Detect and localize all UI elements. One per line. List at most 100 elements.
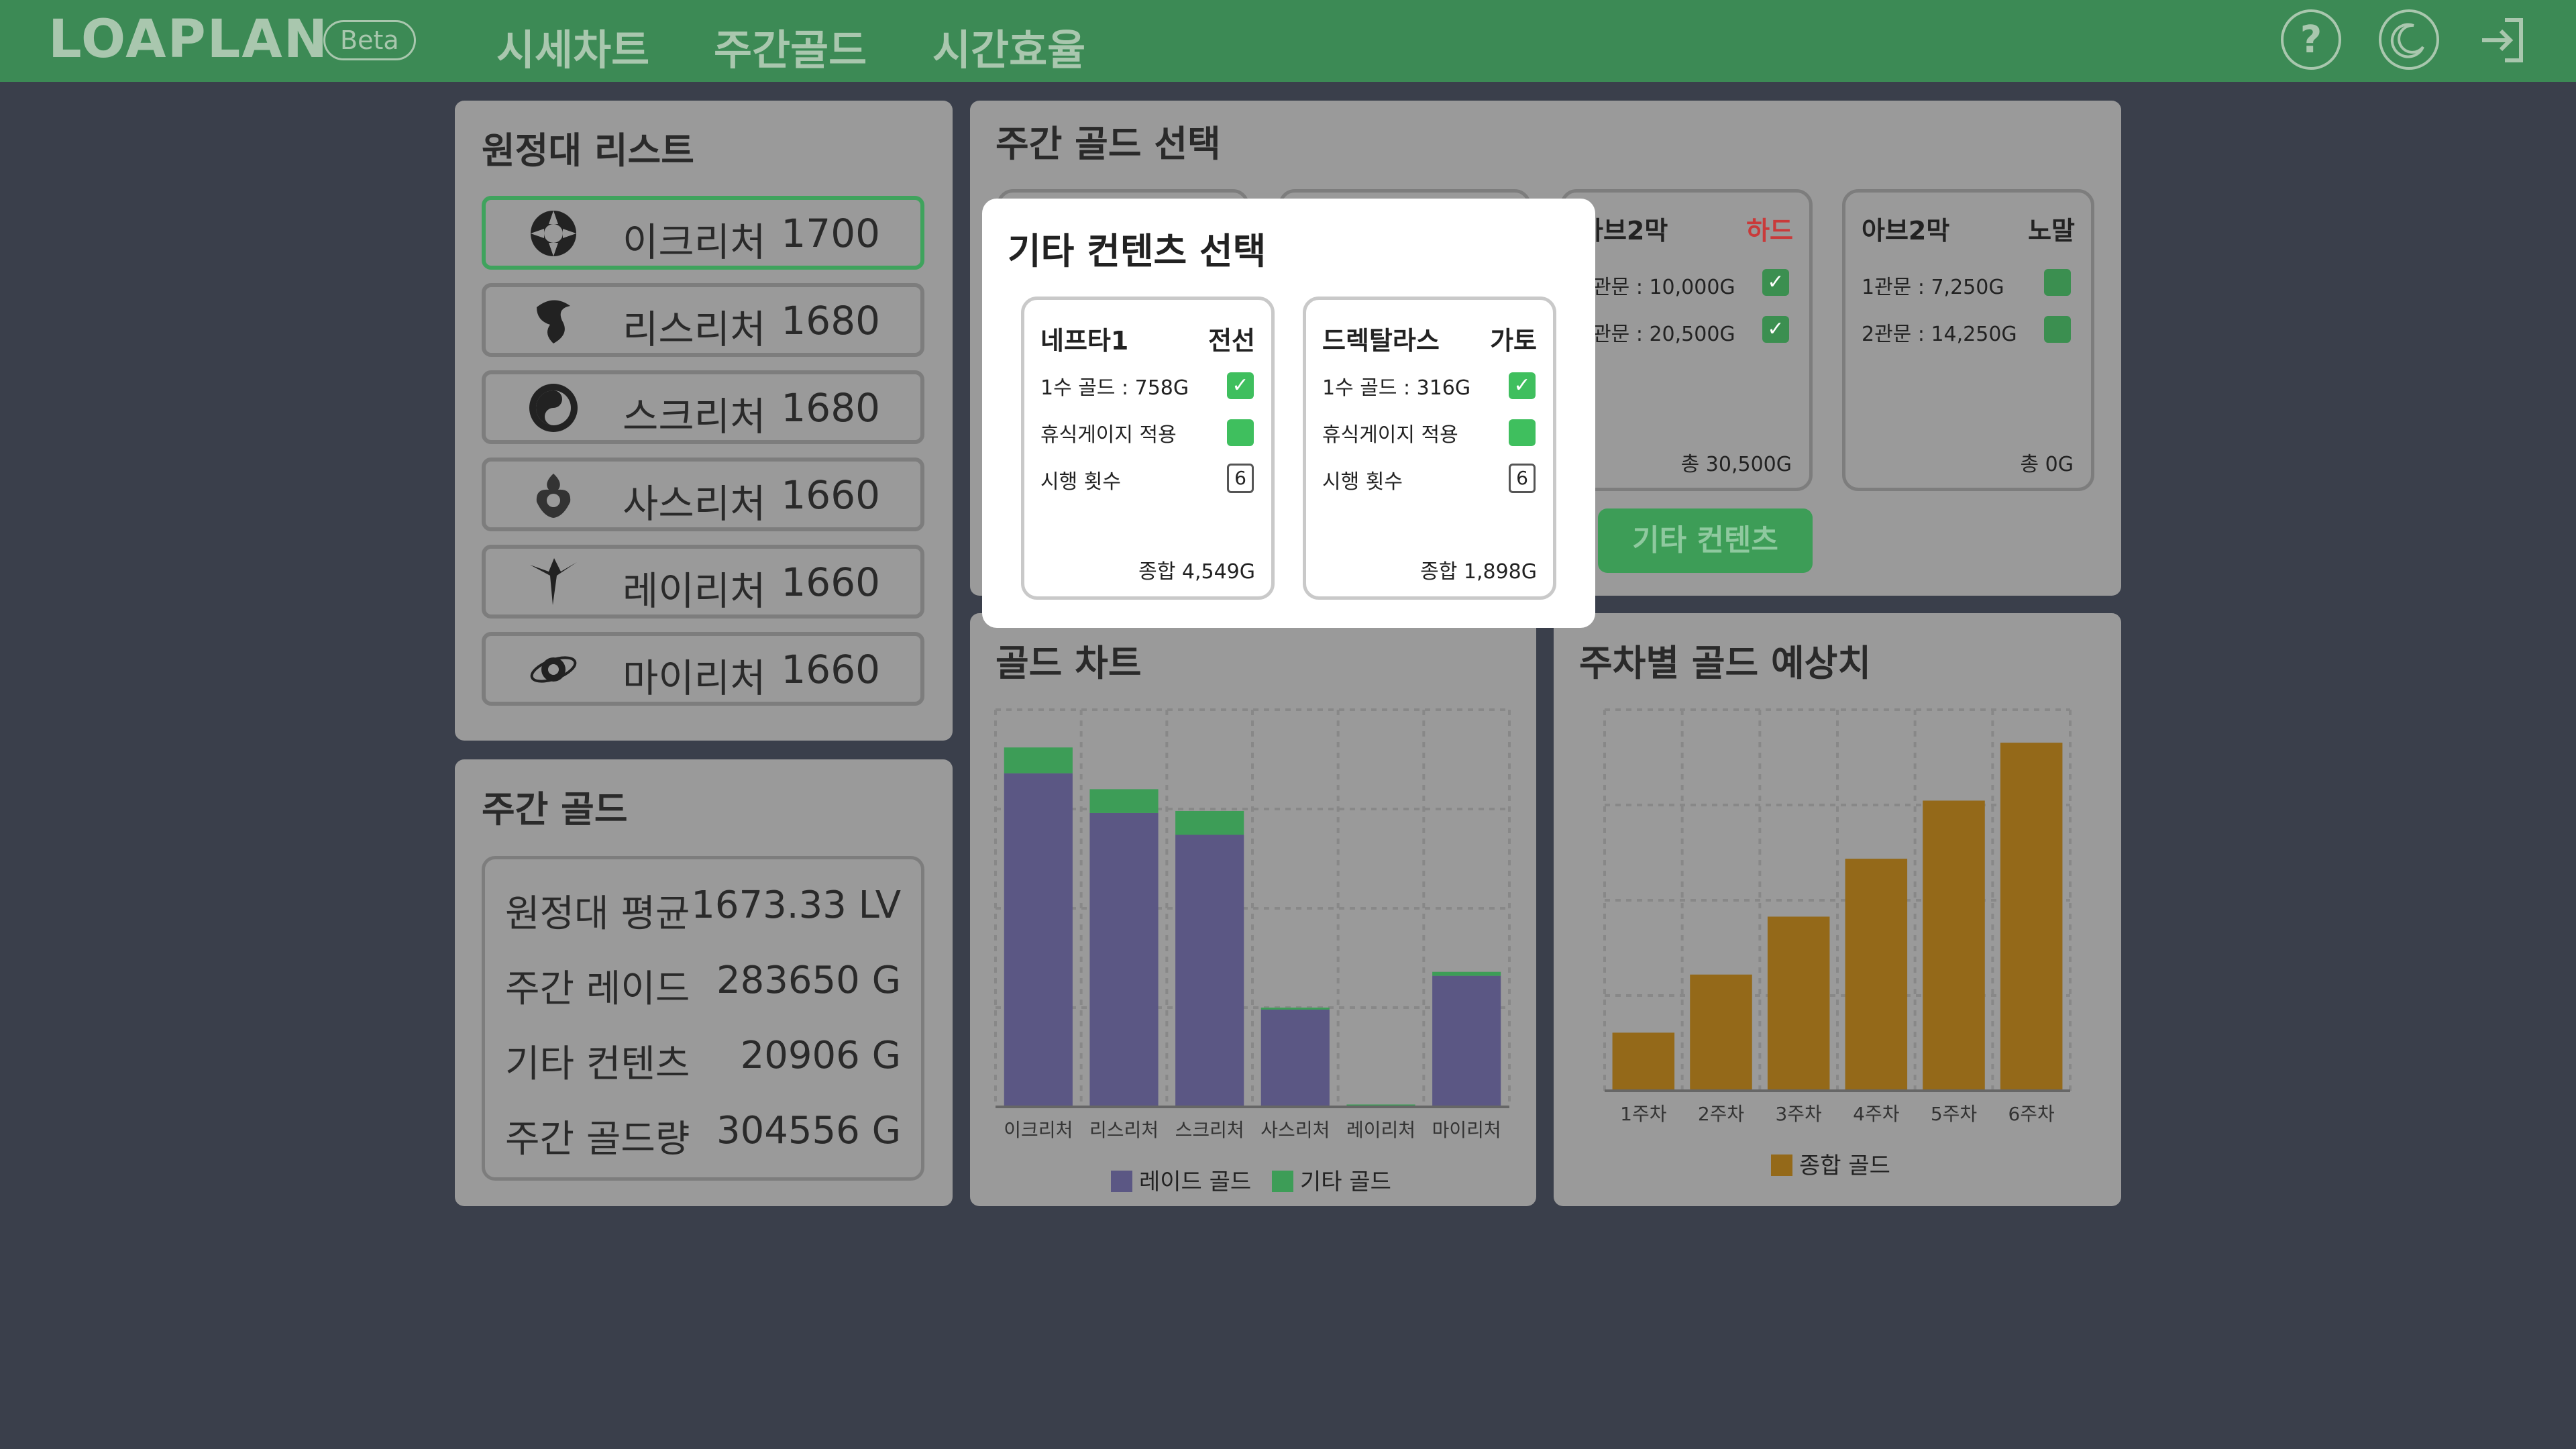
chart-bar[interactable] (1612, 1032, 1675, 1091)
chart-bar[interactable] (1767, 916, 1830, 1091)
raid-item-3[interactable]: 스크리처 1680 (482, 370, 924, 444)
gate-checkbox[interactable]: ✓ (1762, 269, 1789, 296)
rest-gauge-label: 휴식게이지 적용 (1322, 423, 1458, 447)
raid-item-level: 1680 (781, 385, 880, 431)
legend-label: 기타 골드 (1300, 1169, 1391, 1195)
legend-item-other[interactable]: 기타 골드 (1272, 1169, 1391, 1195)
stat-value: 304556 G (716, 1109, 901, 1152)
raid-card-abrel2-normal: 아브2막 노말 1관문 : 7,250G 2관문 : 14,250G 총 0G (1842, 189, 2094, 491)
chart-bar[interactable] (1260, 1009, 1330, 1107)
raid-item-4[interactable]: 사스리처 1660 (482, 458, 924, 531)
legend-swatch (1272, 1171, 1294, 1192)
x-tick-label: 리스리처 (1089, 1119, 1159, 1141)
raid-item-6[interactable]: 마이리처 1660 (482, 632, 924, 706)
login-icon[interactable] (2477, 13, 2530, 67)
run-count-input[interactable]: 6 (1227, 464, 1254, 493)
x-tick-label: 사스리처 (1260, 1119, 1330, 1141)
weekly-gold-panel: 주간 골드 원정대 평균 1673.33 LV 주간 레이드 283650 G … (455, 759, 953, 1206)
legend-swatch (1771, 1155, 1792, 1176)
chart-bar[interactable] (2000, 743, 2063, 1091)
raid-item-level: 1660 (781, 559, 880, 605)
chart-bar[interactable] (1004, 747, 1073, 773)
chart-bar[interactable] (1175, 835, 1244, 1107)
top-navbar: LOAPLAN Beta 시세차트 주간골드 시간효율 ? (0, 0, 2576, 82)
x-tick-label: 2주차 (1698, 1103, 1744, 1125)
gate-checkbox[interactable] (2044, 269, 2071, 296)
gold-select-title: 주간 골드 선택 (996, 123, 1221, 165)
raid-item-5[interactable]: 레이리처 1660 (482, 545, 924, 619)
weekly-forecast-chart: 1주차 2주차 3주차 4주차 5주차 6주차 (1603, 708, 2072, 1125)
rest-gauge-label: 휴식게이지 적용 (1040, 423, 1177, 447)
gate-label: 2관문 : 14,250G (1862, 323, 2017, 346)
content-card-total: 종합 1,898G (1420, 560, 1537, 584)
chart-bar[interactable] (1089, 812, 1159, 1107)
raid-card-total: 총 30,500G (1680, 453, 1792, 476)
other-content-button[interactable]: 기타 컨텐츠 (1598, 508, 1813, 573)
raid-item-name: 사스리처 (623, 481, 766, 527)
raid-item-2[interactable]: 리스리처 1680 (482, 283, 924, 357)
beta-badge: Beta (323, 20, 416, 60)
chart-bar[interactable] (1260, 1008, 1330, 1010)
chart-bar[interactable] (1923, 800, 1985, 1091)
x-tick-label: 6주차 (2008, 1103, 2054, 1125)
chart-legend: 레이드 골드 기타 골드 (1111, 1163, 1391, 1196)
gate-label: 1관문 : 7,250G (1862, 276, 2004, 299)
chart-legend: 종합 골드 (1771, 1147, 1890, 1180)
stat-value: 20906 G (740, 1034, 901, 1077)
raid-list-panel: 원정대 리스트 이크리처 1700 리스리처 1680 스크리처 1680 사스… (455, 101, 953, 741)
chart-bar[interactable] (1089, 789, 1159, 813)
rest-gauge-checkbox[interactable] (1227, 419, 1254, 446)
nav-price-chart[interactable]: 시세차트 (496, 16, 649, 76)
content-card-name: 드렉탈라스 (1322, 326, 1440, 356)
help-icon[interactable]: ? (2281, 9, 2341, 70)
x-tick-label: 5주차 (1931, 1103, 1977, 1125)
legend-item-raid[interactable]: 레이드 골드 (1111, 1169, 1251, 1195)
gold-checkbox[interactable]: ✓ (1509, 372, 1536, 399)
gate-checkbox[interactable]: ✓ (1762, 316, 1789, 343)
gold-checkbox[interactable]: ✓ (1227, 372, 1254, 399)
app-logo[interactable]: LOAPLAN (48, 9, 329, 70)
character-class-icon (530, 656, 577, 683)
run-count-input[interactable]: 6 (1509, 464, 1536, 493)
gate-label: 2관문 : 20,500G (1580, 323, 1735, 346)
x-tick-label: 마이리처 (1432, 1119, 1501, 1141)
weekly-gold-title: 주간 골드 (482, 788, 628, 830)
run-count-label: 시행 횟수 (1322, 470, 1403, 494)
chart-bar[interactable] (1432, 971, 1501, 976)
content-card-nefta: 네프타1 전선 1수 골드 : 758G ✓ 휴식게이지 적용 시행 횟수 6 … (1021, 297, 1275, 600)
stat-value: 283650 G (716, 959, 901, 1002)
difficulty-label: 하드 (1746, 216, 1793, 246)
content-card-name: 네프타1 (1040, 326, 1129, 356)
nav-weekly-gold[interactable]: 주간골드 (714, 16, 867, 76)
chart-grid (1603, 708, 2072, 1092)
weekly-gold-summary: 원정대 평균 1673.33 LV 주간 레이드 283650 G 기타 컨텐츠… (482, 856, 924, 1181)
weekly-forecast-panel: 주차별 골드 예상치 1주차 2주차 3주차 4주차 5주차 6주차 종합 골드 (1554, 613, 2121, 1206)
legend-item-total[interactable]: 종합 골드 (1771, 1152, 1890, 1179)
raid-item-1[interactable]: 이크리처 1700 (482, 196, 924, 270)
stat-value: 1673.33 LV (691, 883, 901, 927)
stat-label: 기타 컨텐츠 (505, 1042, 690, 1086)
chart-bar[interactable] (1432, 975, 1501, 1107)
rest-gauge-checkbox[interactable] (1509, 419, 1536, 446)
x-tick-label: 1주차 (1620, 1103, 1666, 1125)
character-class-icon (529, 384, 578, 432)
legend-label: 레이드 골드 (1139, 1169, 1252, 1195)
nav-time-efficiency[interactable]: 시간효율 (932, 16, 1085, 76)
moon-icon[interactable] (2379, 9, 2439, 70)
content-card-type: 전선 (1208, 326, 1255, 356)
raid-card-name: 아브2막 (1862, 216, 1950, 246)
chart-bar[interactable] (1175, 810, 1244, 835)
chart-bar[interactable] (1845, 859, 1908, 1091)
gate-checkbox[interactable] (2044, 316, 2071, 343)
chart-bar[interactable] (1690, 974, 1752, 1091)
stat-label: 주간 골드량 (505, 1118, 690, 1161)
x-tick-label: 레이리처 (1346, 1119, 1415, 1141)
x-tick-label: 3주차 (1775, 1103, 1821, 1125)
raid-item-level: 1680 (781, 298, 880, 343)
legend-label: 종합 골드 (1799, 1152, 1890, 1179)
raid-item-name: 이크리처 (623, 219, 766, 265)
character-class-icon (536, 474, 571, 518)
chart-bar[interactable] (1004, 773, 1073, 1107)
raid-item-level: 1700 (781, 211, 880, 256)
legend-swatch (1111, 1171, 1132, 1192)
